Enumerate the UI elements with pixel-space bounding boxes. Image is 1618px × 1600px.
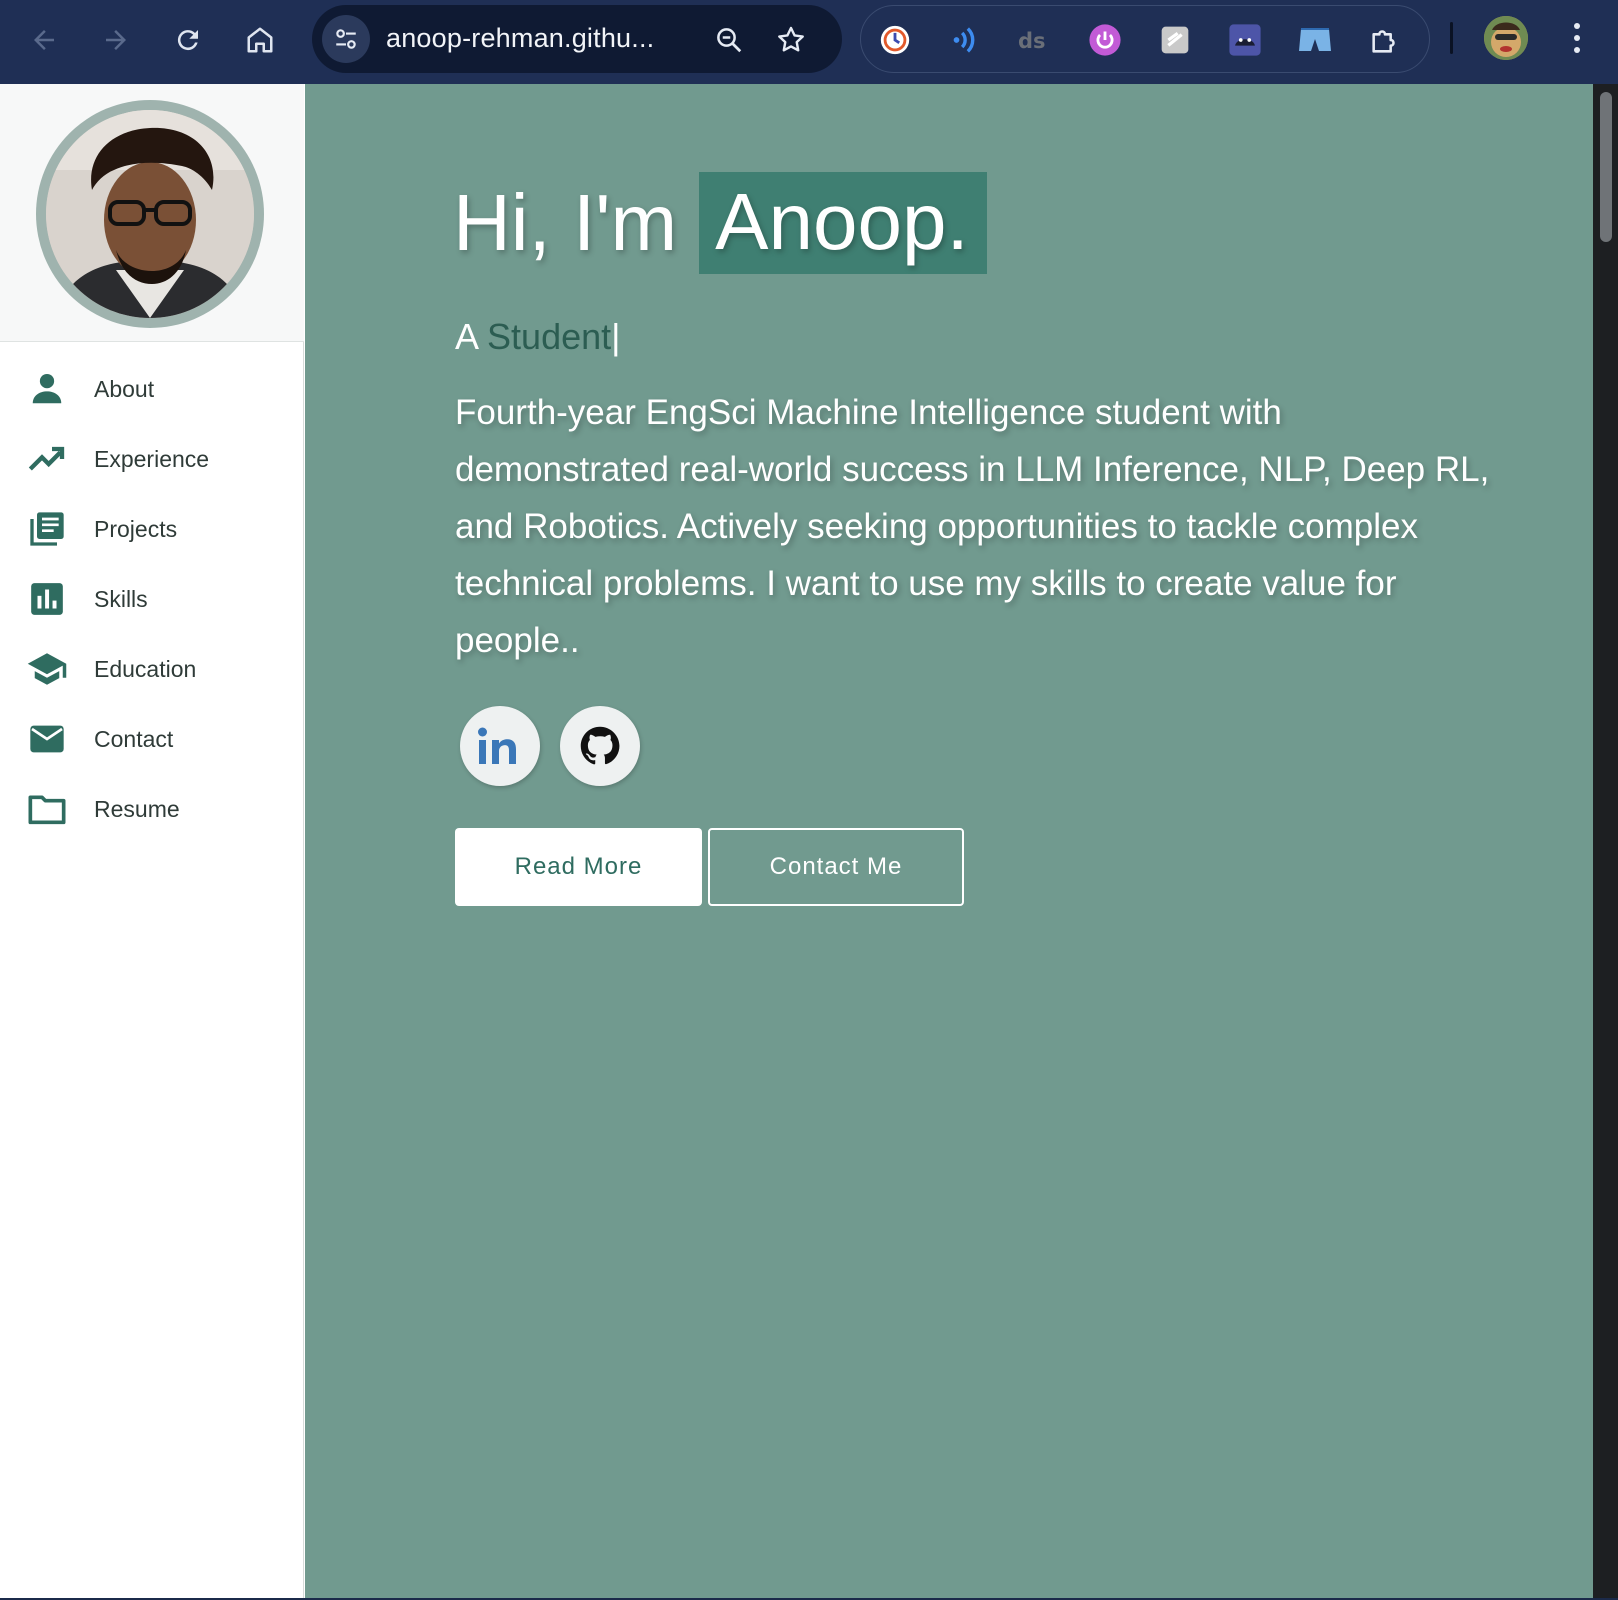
- linkedin-icon: [478, 727, 516, 764]
- url-text[interactable]: anoop-rehman.githu...: [386, 23, 654, 54]
- dark-mask-extension-icon[interactable]: [1227, 22, 1263, 58]
- hero-name: Anoop.: [699, 172, 987, 274]
- sidebar-item-skills[interactable]: Skills: [0, 564, 304, 634]
- reload-icon[interactable]: [164, 16, 212, 64]
- sidebar-item-experience[interactable]: Experience: [0, 424, 304, 494]
- site-info-icon[interactable]: [322, 15, 370, 63]
- menu-dots-icon[interactable]: [1562, 18, 1592, 58]
- ds-extension-icon[interactable]: ds: [1017, 22, 1053, 58]
- sidebar-item-projects[interactable]: Projects: [0, 494, 304, 564]
- clock-extension-icon[interactable]: [877, 22, 913, 58]
- extensions-bar: ds: [860, 5, 1430, 73]
- sidebar-item-label: Skills: [94, 585, 148, 612]
- page-viewport: About Experience Projects Skills Educati…: [0, 84, 1618, 1598]
- toolbar-divider: [1450, 22, 1453, 54]
- sidebar-item-label: Projects: [94, 515, 178, 542]
- sidebar-nav: About Experience Projects Skills Educati…: [0, 354, 304, 844]
- page-scrollbar[interactable]: [1593, 84, 1618, 1598]
- role-prefix: A: [455, 316, 478, 357]
- bookmark-star-icon[interactable]: [774, 23, 808, 57]
- graduation-cap-icon: [26, 648, 68, 690]
- profile-photo: [46, 110, 254, 318]
- folder-icon: [26, 788, 68, 830]
- browser-toolbar: anoop-rehman.githu... ds: [0, 0, 1618, 84]
- sidebar-item-label: Contact: [94, 725, 174, 752]
- sidebar-item-label: Experience: [94, 445, 210, 472]
- hero-section: Hi, I'm Anoop. A Student| Fourth-year En…: [305, 84, 1593, 1598]
- back-arrow-icon[interactable]: [20, 16, 68, 64]
- scrollbar-thumb[interactable]: [1600, 92, 1612, 242]
- svg-text:ds: ds: [1018, 29, 1046, 53]
- github-button[interactable]: [560, 706, 640, 786]
- sidebar-item-education[interactable]: Education: [0, 634, 304, 704]
- zoom-icon[interactable]: [712, 23, 746, 57]
- sidebar-item-contact[interactable]: Contact: [0, 704, 304, 774]
- hero-bio: Fourth-year EngSci Machine Intelligence …: [455, 393, 1490, 660]
- sidebar-item-resume[interactable]: Resume: [0, 774, 304, 844]
- extensions-puzzle-icon[interactable]: [1367, 22, 1403, 58]
- profile-block: [0, 84, 304, 342]
- hero-title: Hi, I'm Anoop.: [453, 172, 987, 274]
- role-word: Student: [487, 316, 612, 357]
- shorts-extension-icon[interactable]: [1297, 22, 1333, 58]
- bar-chart-icon: [26, 578, 68, 620]
- sidebar: About Experience Projects Skills Educati…: [0, 84, 304, 1598]
- hero-greeting: Hi, I'm: [453, 178, 678, 267]
- home-icon[interactable]: [236, 16, 284, 64]
- address-bar[interactable]: anoop-rehman.githu...: [312, 5, 842, 73]
- trending-up-icon: [26, 438, 68, 480]
- role-typewriter: A Student|: [455, 316, 621, 358]
- forward-arrow-icon[interactable]: [92, 16, 140, 64]
- sidebar-item-label: Education: [94, 655, 197, 682]
- sidebar-item-label: Resume: [94, 795, 180, 822]
- envelope-icon: [26, 718, 68, 760]
- profile-photo-ring: [36, 100, 264, 328]
- contact-me-button[interactable]: Contact Me: [708, 828, 964, 906]
- power-extension-icon[interactable]: [1087, 22, 1123, 58]
- github-icon: [580, 726, 620, 765]
- audio-waves-extension-icon[interactable]: [947, 22, 983, 58]
- typing-cursor: |: [611, 316, 621, 357]
- library-books-icon: [26, 508, 68, 550]
- sidebar-item-about[interactable]: About: [0, 354, 304, 424]
- profile-avatar-icon[interactable]: [1484, 16, 1528, 60]
- person-icon: [26, 368, 68, 410]
- notes-extension-icon[interactable]: [1157, 22, 1193, 58]
- read-more-button[interactable]: Read More: [455, 828, 702, 906]
- sidebar-item-label: About: [94, 375, 155, 402]
- linkedin-button[interactable]: [460, 706, 540, 786]
